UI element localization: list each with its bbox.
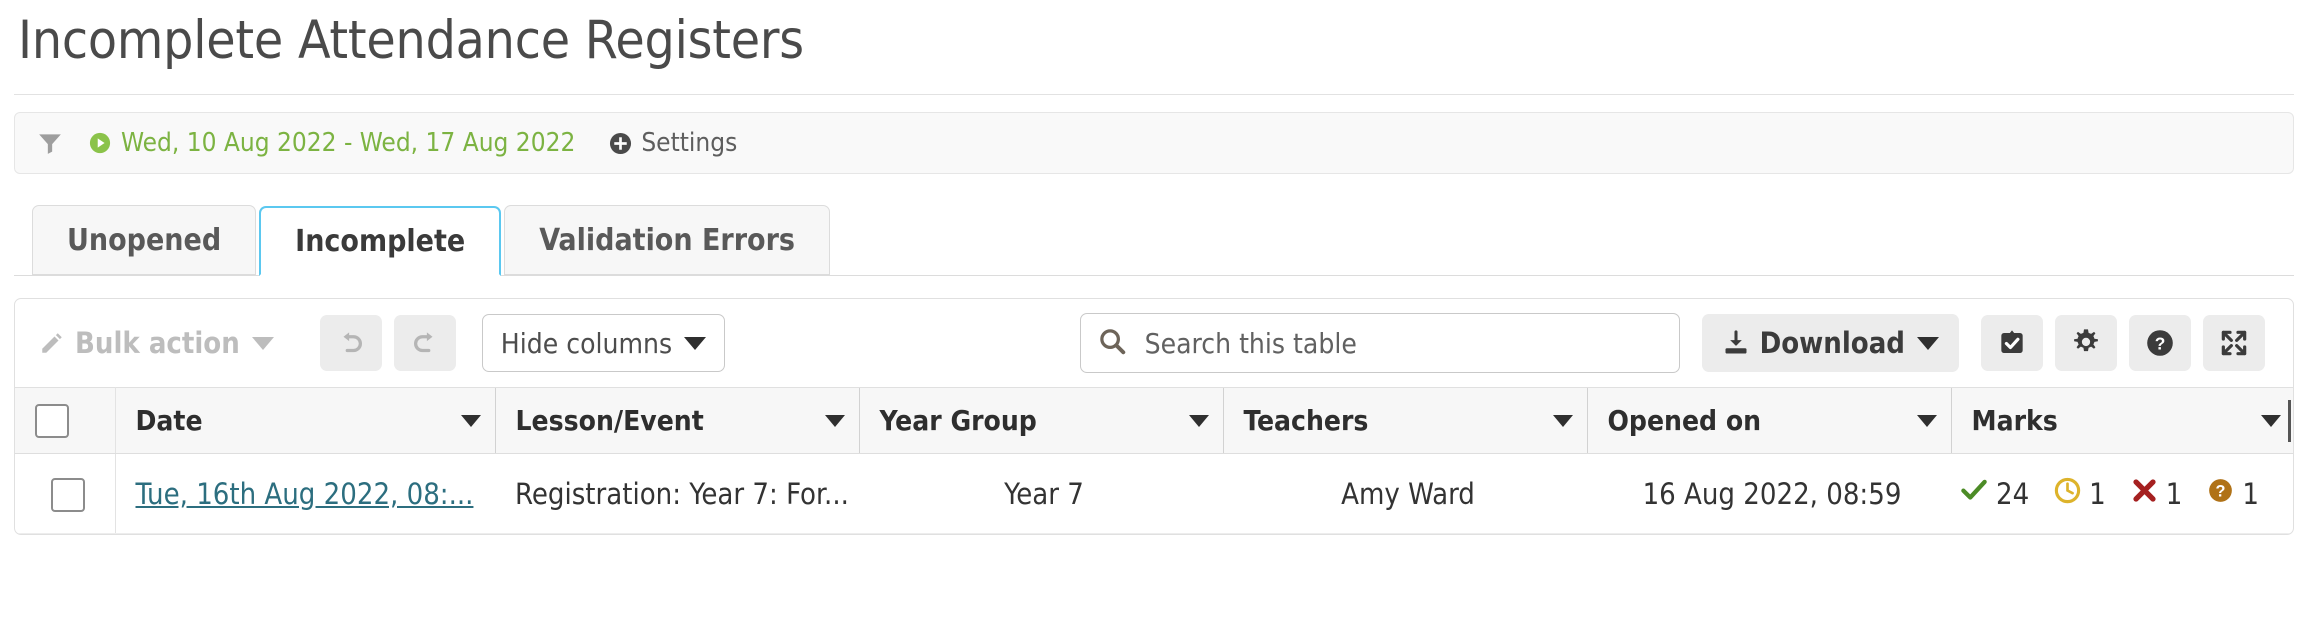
download-button[interactable]: Download xyxy=(1702,314,1959,372)
mark-late-count: 1 xyxy=(2089,477,2106,511)
register-link[interactable]: Tue, 16th Aug 2022, 08:... xyxy=(136,477,474,511)
row-select-cell xyxy=(15,454,115,534)
play-circle-icon xyxy=(89,132,111,154)
column-resize-handle[interactable] xyxy=(2288,400,2291,442)
table-header-row: Date Lesson/Event Year Group xyxy=(15,388,2294,454)
table-row: Tue, 16th Aug 2022, 08:... Registration:… xyxy=(15,454,2294,534)
column-header-year-group-label: Year Group xyxy=(880,404,1037,437)
svg-text:?: ? xyxy=(2216,482,2226,500)
mark-late: 1 xyxy=(2053,476,2106,512)
tab-validation-errors[interactable]: Validation Errors xyxy=(504,205,830,275)
clock-late-icon xyxy=(2053,476,2082,512)
chevron-down-icon[interactable] xyxy=(1189,415,1209,427)
download-label: Download xyxy=(1760,326,1905,360)
filter-bar: Wed, 10 Aug 2022 - Wed, 17 Aug 2022 Sett… xyxy=(14,112,2294,174)
filter-settings-label: Settings xyxy=(641,128,737,158)
mark-unknown-count: 1 xyxy=(2242,477,2259,511)
search-icon xyxy=(1097,326,1127,361)
plus-circle-icon xyxy=(609,132,632,155)
help-button[interactable]: ? xyxy=(2129,315,2191,371)
gear-icon xyxy=(2070,327,2102,359)
mark-unknown: ? 1 xyxy=(2206,476,2259,512)
search-input[interactable] xyxy=(1143,326,1663,361)
chevron-down-icon xyxy=(1917,337,1939,350)
filter-settings-button[interactable]: Settings xyxy=(609,128,737,158)
chevron-down-icon[interactable] xyxy=(1917,415,1937,427)
column-header-lesson-event: Lesson/Event xyxy=(495,388,859,454)
expand-arrows-icon xyxy=(2218,327,2250,359)
column-header-year-group: Year Group xyxy=(859,388,1223,454)
select-all-header xyxy=(15,388,115,454)
cell-teachers: Amy Ward xyxy=(1223,454,1587,534)
chevron-down-icon[interactable] xyxy=(825,415,845,427)
checked-box-icon xyxy=(1996,327,2028,359)
column-header-marks: Marks xyxy=(1951,388,2294,454)
check-mark-icon xyxy=(1959,475,1989,512)
funnel-icon[interactable] xyxy=(37,130,63,156)
bulk-action-dropdown[interactable]: Bulk action xyxy=(39,326,274,360)
cell-date: Tue, 16th Aug 2022, 08:... xyxy=(115,454,495,534)
save-view-button[interactable] xyxy=(1981,315,2043,371)
mark-present-count: 24 xyxy=(1996,477,2029,511)
download-icon xyxy=(1722,329,1760,357)
redo-button[interactable] xyxy=(394,315,456,371)
bulk-action-label: Bulk action xyxy=(75,326,240,360)
redo-arrow-icon xyxy=(410,328,440,358)
cell-marks: 24 1 xyxy=(1951,454,2294,534)
date-range-label: Wed, 10 Aug 2022 - Wed, 17 Aug 2022 xyxy=(121,128,575,158)
column-header-marks-label: Marks xyxy=(1972,404,2058,437)
hide-columns-label: Hide columns xyxy=(501,327,672,360)
svg-text:?: ? xyxy=(2155,334,2166,354)
column-header-date: Date xyxy=(115,388,495,454)
title-divider xyxy=(14,94,2294,95)
mark-present: 24 xyxy=(1959,475,2029,512)
column-header-date-label: Date xyxy=(136,404,203,437)
table-panel: Bulk action Hide columns xyxy=(14,298,2294,535)
column-header-teachers: Teachers xyxy=(1223,388,1587,454)
undo-button[interactable] xyxy=(320,315,382,371)
tab-unopened[interactable]: Unopened xyxy=(32,205,256,275)
question-unknown-icon: ? xyxy=(2206,476,2235,512)
chevron-down-icon[interactable] xyxy=(461,415,481,427)
mark-absent: 1 xyxy=(2130,476,2183,512)
search-box[interactable] xyxy=(1080,313,1680,373)
registers-table: Date Lesson/Event Year Group xyxy=(15,387,2294,534)
chevron-down-icon[interactable] xyxy=(1553,415,1573,427)
row-checkbox[interactable] xyxy=(51,478,85,512)
marks-group: 24 1 xyxy=(1971,475,2281,512)
column-header-lesson-event-label: Lesson/Event xyxy=(516,404,704,437)
undo-arrow-icon xyxy=(336,328,366,358)
question-circle-icon: ? xyxy=(2144,327,2176,359)
hide-columns-dropdown[interactable]: Hide columns xyxy=(482,314,725,372)
mark-absent-count: 1 xyxy=(2166,477,2183,511)
cross-absent-icon xyxy=(2130,476,2159,512)
chevron-down-icon[interactable] xyxy=(2261,415,2281,427)
select-all-checkbox[interactable] xyxy=(35,404,69,438)
column-header-opened-on: Opened on xyxy=(1587,388,1951,454)
tab-strip: Unopened Incomplete Validation Errors xyxy=(14,200,2294,276)
chevron-down-icon xyxy=(684,337,706,350)
tab-incomplete[interactable]: Incomplete xyxy=(259,206,501,276)
column-header-teachers-label: Teachers xyxy=(1244,404,1369,437)
pencil-icon xyxy=(39,330,75,356)
table-settings-button[interactable] xyxy=(2055,315,2117,371)
cell-opened-on: 16 Aug 2022, 08:59 xyxy=(1587,454,1951,534)
date-range-filter[interactable]: Wed, 10 Aug 2022 - Wed, 17 Aug 2022 xyxy=(89,128,575,158)
fullscreen-button[interactable] xyxy=(2203,315,2265,371)
chevron-down-icon xyxy=(252,337,274,350)
page-title: Incomplete Attendance Registers xyxy=(0,0,2308,74)
table-toolbar: Bulk action Hide columns xyxy=(15,299,2293,387)
cell-lesson-event: Registration: Year 7: For... xyxy=(495,454,859,534)
cell-year-group: Year 7 xyxy=(859,454,1223,534)
column-header-opened-on-label: Opened on xyxy=(1608,404,1762,437)
